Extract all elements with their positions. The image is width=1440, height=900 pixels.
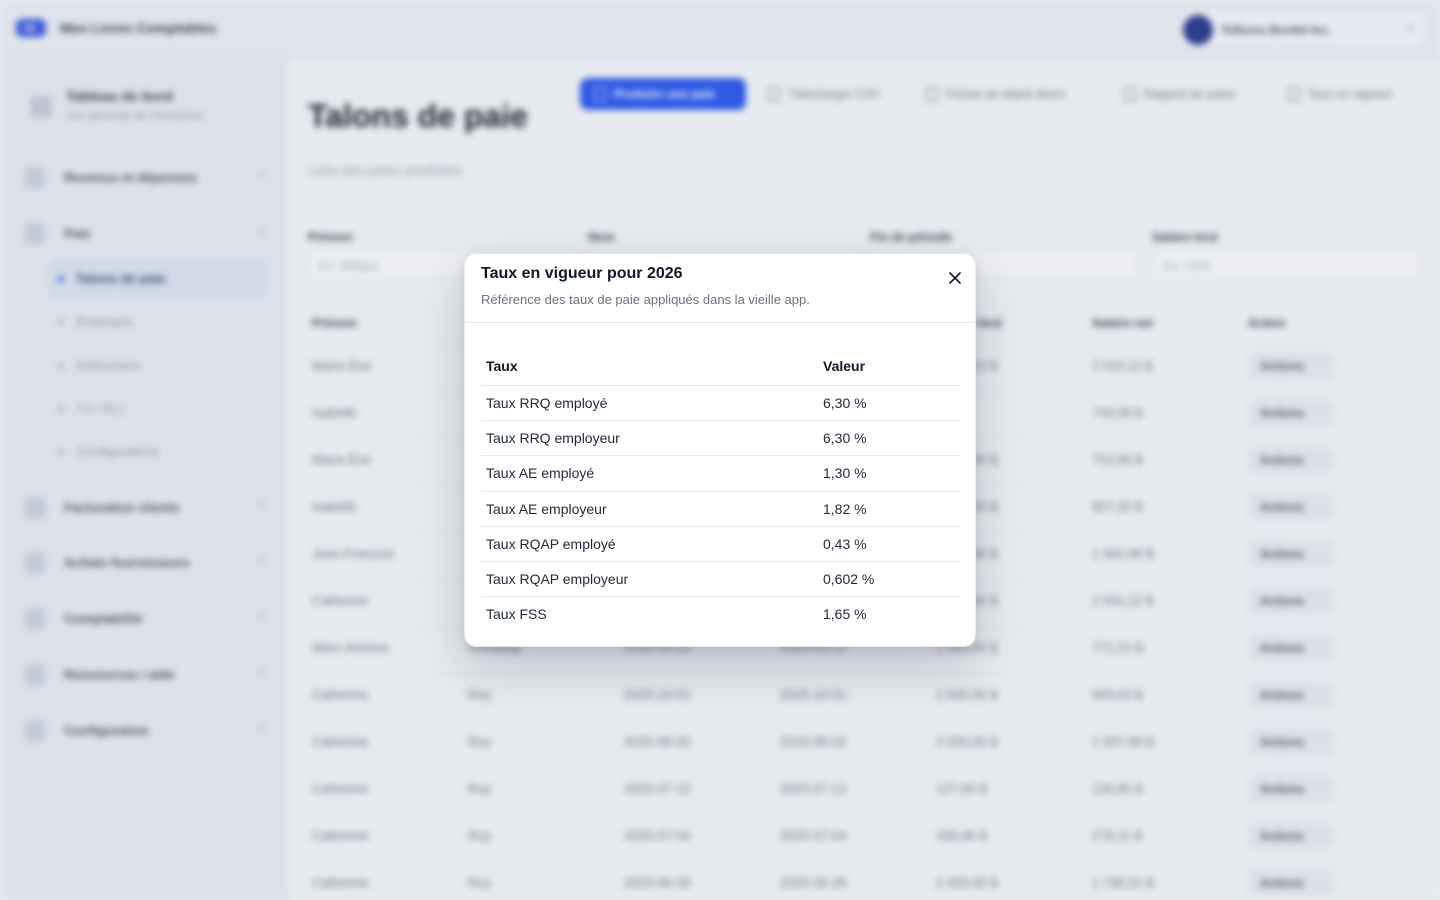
column-header-valeur: Valeur (823, 358, 866, 374)
modal-header: Taux en vigueur pour 2026 Référence des … (465, 254, 975, 323)
modal-subtitle: Référence des taux de paie appliqués dan… (481, 292, 810, 307)
rate-value: 1,65 % (823, 606, 867, 623)
rate-name: Taux RRQ employeur (486, 430, 620, 447)
rate-name: Taux AE employé (486, 465, 595, 482)
column-header-taux: Taux (486, 358, 518, 374)
close-button[interactable] (941, 264, 969, 292)
rate-value: 1,30 % (823, 465, 867, 482)
rates-table: Taux Valeur Taux RRQ employé 6,30 % Taux… (481, 346, 961, 632)
table-row: Taux RQAP employé 0,43 % (481, 527, 961, 562)
rate-name: Taux FSS (486, 606, 547, 623)
close-icon (949, 272, 961, 284)
rates-table-header: Taux Valeur (481, 346, 961, 386)
rates-modal: Taux en vigueur pour 2026 Référence des … (464, 253, 976, 647)
table-row: Taux RQAP employeur 0,602 % (481, 562, 961, 598)
table-row: Taux AE employeur 1,82 % (481, 492, 961, 527)
rate-value: 0,602 % (823, 570, 875, 587)
rate-value: 6,30 % (823, 430, 867, 447)
rate-value: 0,43 % (823, 535, 867, 552)
rate-name: Taux AE employeur (486, 500, 607, 517)
rate-name: Taux RQAP employeur (486, 570, 629, 587)
table-row: Taux RRQ employé 6,30 % (481, 386, 961, 422)
rate-value: 6,30 % (823, 395, 867, 411)
rate-name: Taux RQAP employé (486, 535, 616, 552)
modal-title: Taux en vigueur pour 2026 (481, 265, 683, 282)
table-row: Taux AE employé 1,30 % (481, 456, 961, 492)
rate-name: Taux RRQ employé (486, 395, 608, 411)
table-row: Taux RRQ employeur 6,30 % (481, 421, 961, 457)
table-row: Taux FSS 1,65 % (481, 597, 961, 632)
rate-value: 1,82 % (823, 500, 867, 517)
